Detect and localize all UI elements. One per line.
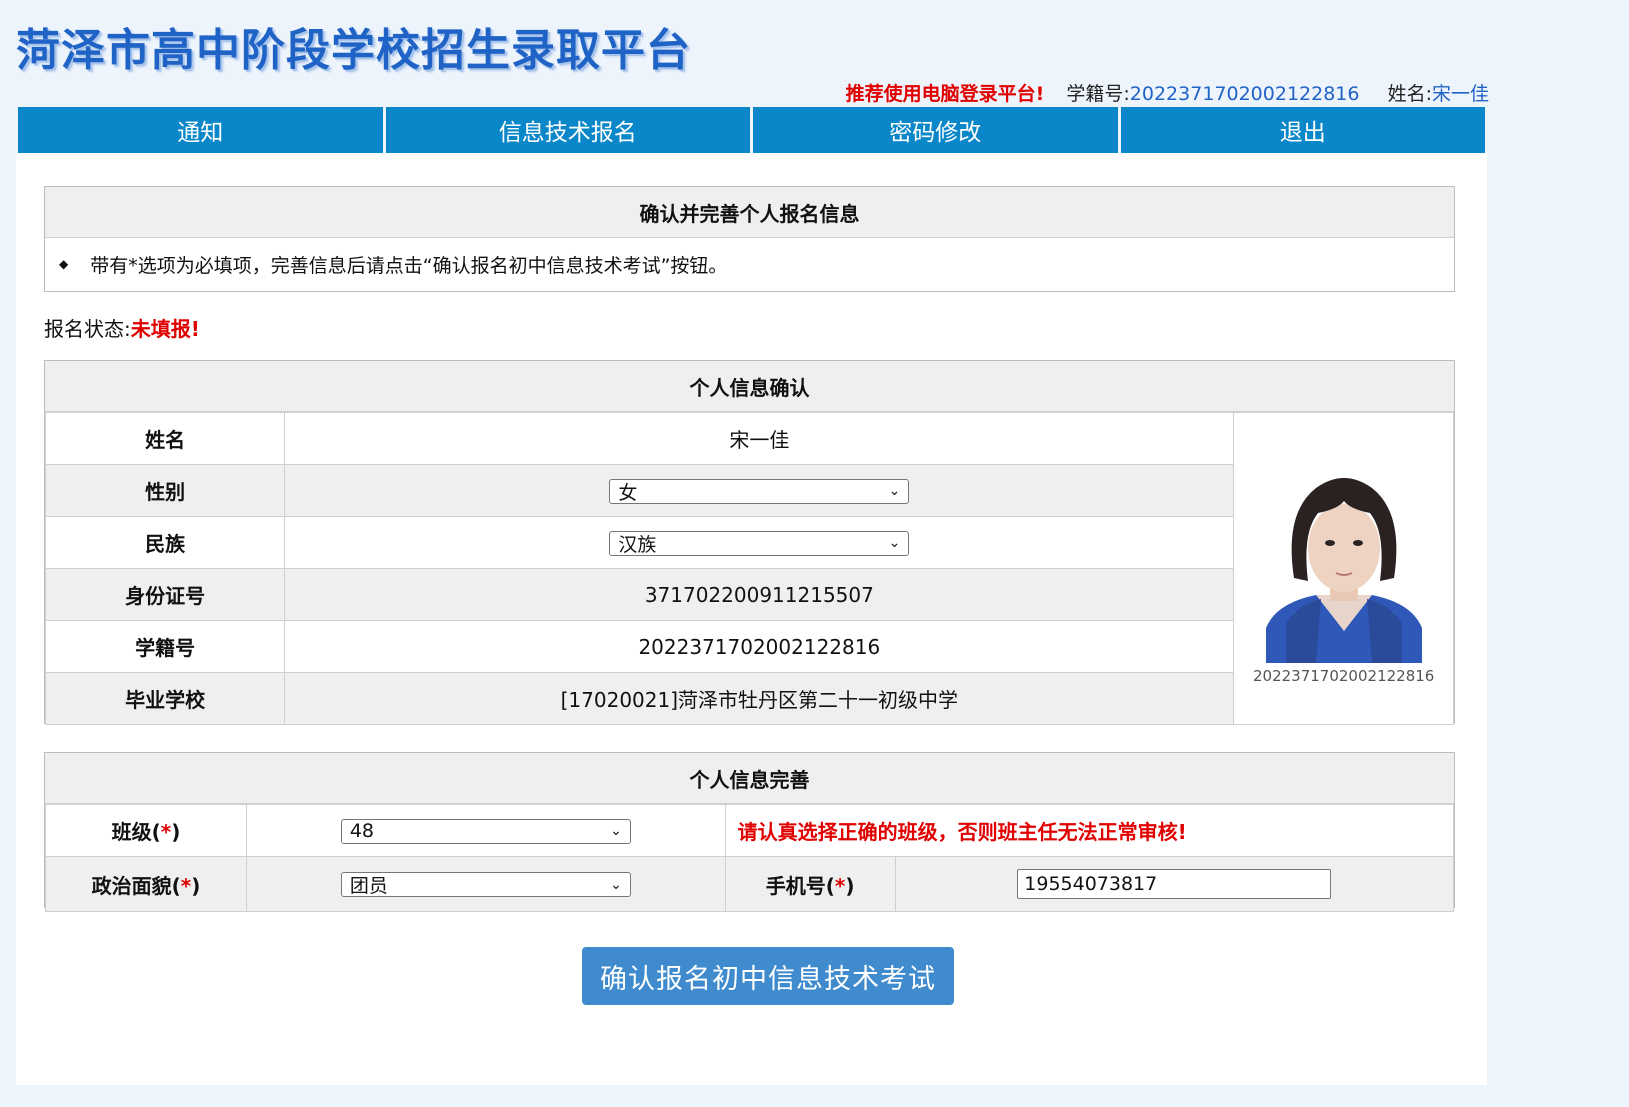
class-cell: 48 ⌄ bbox=[245, 804, 726, 857]
site-title: 菏泽市高中阶段学校招生录取平台 bbox=[16, 25, 691, 76]
class-label: 班级(*) bbox=[45, 804, 247, 857]
row-label: 性别 bbox=[44, 464, 286, 517]
diamond-bullet-icon: ◆ bbox=[59, 257, 69, 271]
class-select[interactable]: 48 ⌄ bbox=[340, 818, 631, 844]
chevron-down-icon: ⌄ bbox=[888, 535, 901, 551]
name-label: 姓名: bbox=[1387, 83, 1432, 105]
politics-select[interactable]: 团员 ⌄ bbox=[340, 872, 631, 897]
chevron-down-icon: ⌄ bbox=[610, 876, 622, 893]
complete-info-table: 班级(*) 48 ⌄ 请认真选择正确的班级，否则班主任无法正常审核! 政治面貌(*… bbox=[45, 804, 1455, 912]
nav-change-password[interactable]: 密码修改 bbox=[753, 107, 1118, 153]
chevron-down-icon: ⌄ bbox=[888, 483, 901, 499]
notice-text: 带有*选项为必填项，完善信息后请点击“确认报名初中信息技术考试”按钮。 bbox=[90, 254, 728, 277]
photo-cell: 2022371702002122816 bbox=[1233, 412, 1454, 725]
student-id-cell: 2022371702002122816 bbox=[284, 620, 1235, 673]
phone-cell: 19554073817 bbox=[894, 856, 1455, 912]
phone-label: 手机号(*) bbox=[724, 856, 896, 912]
confirm-registration-button[interactable]: 确认报名初中信息技术考试 bbox=[582, 947, 954, 1005]
row-label: 身份证号 bbox=[44, 568, 286, 621]
gender-select[interactable]: 女 ⌄ bbox=[609, 478, 910, 504]
table-row: 班级(*) 48 ⌄ 请认真选择正确的班级，否则班主任无法正常审核! bbox=[45, 804, 1455, 857]
personal-info-box: 个人信息确认 姓名 宋一佳 2022371702002122816 性别 女 ⌄… bbox=[44, 360, 1455, 725]
nav-it-registration[interactable]: 信息技术报名 bbox=[385, 107, 750, 153]
login-warning: 推荐使用电脑登录平台! bbox=[845, 83, 1045, 105]
student-id-value: 2022371702002122816 bbox=[1129, 83, 1360, 105]
personal-info-title: 个人信息确认 bbox=[45, 361, 1454, 412]
class-hint: 请认真选择正确的班级，否则班主任无法正常审核! bbox=[724, 804, 1455, 857]
notice-box: 确认并完善个人报名信息 ◆ 带有*选项为必填项，完善信息后请点击“确认报名初中信… bbox=[44, 186, 1455, 292]
name-value: 宋一佳 bbox=[284, 412, 1235, 465]
status-label: 报名状态: bbox=[44, 317, 131, 341]
complete-info-title: 个人信息完善 bbox=[45, 753, 1454, 804]
table-row: 姓名 宋一佳 2022371702002122816 bbox=[44, 412, 1454, 725]
table-row: 政治面貌(*) 团员 ⌄ 手机号(*) 19554073817 bbox=[45, 856, 1455, 912]
registration-status: 报名状态:未填报! bbox=[44, 313, 200, 342]
main-nav: 通知 信息技术报名 密码修改 退出 bbox=[18, 107, 1485, 153]
row-label: 姓名 bbox=[44, 412, 286, 465]
id-number-value: 371702200911215507 bbox=[284, 568, 1235, 621]
nav-logout[interactable]: 退出 bbox=[1120, 107, 1485, 153]
student-photo bbox=[1245, 452, 1442, 663]
school-value: [17020021]菏泽市牡丹区第二十一初级中学 bbox=[284, 672, 1235, 725]
notice-title: 确认并完善个人报名信息 bbox=[45, 187, 1454, 238]
student-id-label: 学籍号: bbox=[1066, 83, 1130, 105]
photo-caption: 2022371702002122816 bbox=[1253, 666, 1435, 685]
complete-info-box: 个人信息完善 班级(*) 48 ⌄ 请认真选择正确的班级，否则班主任无法正常审核!… bbox=[44, 752, 1455, 912]
chevron-down-icon: ⌄ bbox=[610, 823, 622, 839]
main-content: 确认并完善个人报名信息 ◆ 带有*选项为必填项，完善信息后请点击“确认报名初中信… bbox=[16, 153, 1487, 1085]
row-label: 民族 bbox=[44, 516, 286, 569]
politics-cell: 团员 ⌄ bbox=[245, 856, 726, 912]
personal-info-table: 姓名 宋一佳 2022371702002122816 性别 女 ⌄ 民族 汉族 … bbox=[44, 412, 1454, 725]
user-bar: 推荐使用电脑登录平台! 学籍号:2022371702002122816 姓名:宋… bbox=[846, 79, 1489, 106]
status-value: 未填报! bbox=[130, 317, 200, 341]
user-name-link[interactable]: 宋一佳 bbox=[1432, 83, 1489, 105]
gender-cell: 女 ⌄ bbox=[284, 464, 1235, 517]
notice-line: ◆ 带有*选项为必填项，完善信息后请点击“确认报名初中信息技术考试”按钮。 bbox=[45, 238, 1454, 290]
nav-notice[interactable]: 通知 bbox=[18, 107, 383, 153]
politics-label: 政治面貌(*) bbox=[45, 856, 247, 912]
row-label: 毕业学校 bbox=[44, 672, 286, 725]
ethnicity-select[interactable]: 汉族 ⌄ bbox=[609, 530, 910, 556]
row-label: 学籍号 bbox=[44, 620, 286, 673]
phone-input[interactable]: 19554073817 bbox=[1017, 869, 1332, 899]
ethnicity-cell: 汉族 ⌄ bbox=[284, 516, 1235, 569]
